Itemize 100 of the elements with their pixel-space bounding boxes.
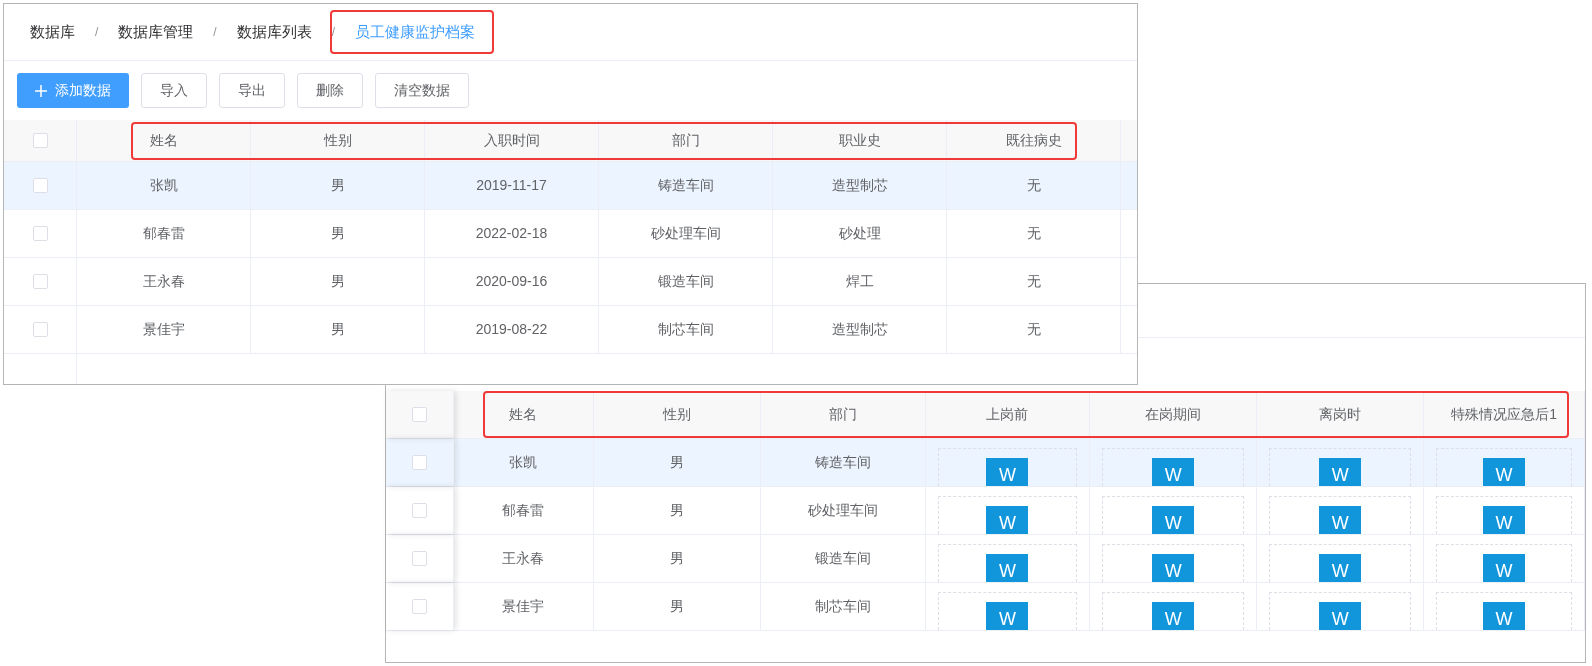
breadcrumb-separator: / [213, 24, 217, 41]
word-document-icon[interactable]: W [1483, 506, 1526, 534]
table-cell-text: 造型制芯 [831, 320, 888, 339]
table-cell-text: 焊工 [845, 272, 874, 291]
table-cell-text: 郁春雷 [142, 224, 185, 243]
table-cell-text: 张凯 [149, 176, 178, 195]
row-checkbox[interactable] [32, 226, 48, 241]
file-upload-box[interactable]: W [1269, 448, 1412, 486]
table-cell-text: 2019-08-22 [475, 320, 548, 339]
table-cell-text: 锻造车间 [657, 272, 714, 291]
word-document-icon[interactable]: W [1152, 458, 1195, 486]
table-cell-text: 无 [1026, 224, 1041, 243]
row-checkbox[interactable] [32, 133, 48, 148]
toolbar-button[interactable]: 导入 [141, 73, 207, 108]
word-document-icon[interactable]: W [1152, 554, 1195, 582]
file-upload-box[interactable]: W [1269, 544, 1412, 582]
table-cell-text: 男 [669, 597, 684, 616]
file-upload-box[interactable]: W [937, 592, 1078, 630]
row-checkbox[interactable] [411, 503, 427, 518]
column-header: 在岗期间 [1090, 391, 1258, 438]
word-document-icon[interactable]: W [986, 458, 1029, 486]
table-cell-text: 郁春雷 [502, 501, 545, 520]
table-cell-text: 男 [330, 272, 345, 291]
column-header: 入职时间 [425, 120, 599, 161]
column-header: 部门 [760, 391, 926, 438]
column-header: 上岗前 [925, 391, 1091, 438]
table-cell-text: 砂处理车间 [650, 224, 721, 243]
word-document-icon[interactable]: W [1319, 506, 1362, 534]
column-header: 特殊情况应急后1 [1424, 391, 1585, 438]
file-upload-box[interactable]: W [1269, 496, 1412, 534]
file-upload-box[interactable]: W [1102, 544, 1245, 582]
table-cell-text: 男 [669, 549, 684, 568]
row-checkbox[interactable] [411, 599, 427, 614]
file-upload-box[interactable]: W [937, 544, 1078, 582]
row-checkbox[interactable] [411, 455, 427, 470]
row-checkbox[interactable] [411, 551, 427, 566]
table-cell-text: 造型制芯 [831, 176, 888, 195]
file-upload-box[interactable]: W [1436, 496, 1572, 534]
file-upload-box[interactable]: W [1102, 448, 1245, 486]
table-cell-text: 锻造车间 [814, 549, 871, 568]
table-cell-text: 男 [669, 501, 684, 520]
plus-icon [35, 84, 47, 97]
table-cell-text: 2022-02-18 [475, 224, 548, 243]
table-cell-text: 铸造车间 [657, 176, 714, 195]
word-document-icon[interactable]: W [986, 602, 1029, 630]
file-upload-box[interactable]: W [937, 496, 1078, 534]
word-document-icon[interactable]: W [1483, 554, 1526, 582]
word-document-icon[interactable]: W [1483, 602, 1526, 630]
column-header: 姓名 [77, 120, 251, 161]
breadcrumb-link[interactable]: 数据库管理 [118, 20, 194, 44]
file-upload-box[interactable]: W [1102, 496, 1245, 534]
table-cell-text: 制芯车间 [814, 597, 871, 616]
breadcrumb-link[interactable]: 数据库 [30, 20, 75, 44]
file-upload-box[interactable]: W [1436, 544, 1572, 582]
table-cell-text: 制芯车间 [657, 320, 714, 339]
column-header: 既往病史 [947, 120, 1121, 161]
table-cell-text: 王永春 [502, 549, 545, 568]
table-cell-text: 张凯 [509, 453, 538, 472]
column-header: 职业史 [773, 120, 947, 161]
word-document-icon[interactable]: W [1319, 602, 1362, 630]
file-upload-box[interactable]: W [1269, 592, 1412, 630]
breadcrumb-separator: / [331, 24, 336, 41]
add-data-button[interactable]: 添加数据 [17, 73, 129, 108]
file-upload-box[interactable]: W [1102, 592, 1245, 630]
toolbar-button[interactable]: 删除 [297, 73, 363, 108]
word-document-icon[interactable]: W [1319, 554, 1362, 582]
toolbar-button[interactable]: 清空数据 [375, 73, 469, 108]
word-document-icon[interactable]: W [986, 506, 1029, 534]
row-checkbox[interactable] [411, 407, 427, 422]
table-cell-text: 景佳宇 [142, 320, 185, 339]
word-document-icon[interactable]: W [1319, 458, 1362, 486]
column-header: 姓名 [453, 391, 594, 438]
word-document-icon[interactable]: W [1483, 458, 1526, 486]
row-checkbox[interactable] [32, 178, 48, 193]
table-cell-text: 铸造车间 [814, 453, 871, 472]
file-upload-box[interactable]: W [1436, 592, 1572, 630]
column-header: 性别 [251, 120, 425, 161]
table-cell-text: 砂处理车间 [807, 501, 878, 520]
word-document-icon[interactable]: W [1152, 602, 1195, 630]
row-checkbox[interactable] [32, 322, 48, 337]
word-document-icon[interactable]: W [1152, 506, 1195, 534]
breadcrumb-link[interactable]: 员工健康监护档案 [355, 20, 476, 44]
table-cell-text: 男 [330, 224, 345, 243]
word-document-icon[interactable]: W [986, 554, 1029, 582]
row-checkbox[interactable] [32, 274, 48, 289]
breadcrumb-link[interactable]: 数据库列表 [236, 20, 312, 44]
table-cell-text: 男 [669, 453, 684, 472]
table-cell-text: 男 [330, 176, 345, 195]
table-cell-text: 景佳宇 [502, 597, 545, 616]
breadcrumb-separator: / [95, 24, 99, 41]
table-cell-text: 砂处理 [838, 224, 881, 243]
table-cell-text: 王永春 [142, 272, 185, 291]
file-upload-box[interactable]: W [1436, 448, 1572, 486]
table-cell-text: 无 [1026, 176, 1041, 195]
table-cell-text: 无 [1026, 272, 1041, 291]
column-header: 性别 [593, 391, 761, 438]
file-upload-box[interactable]: W [937, 448, 1078, 486]
column-header: 部门 [599, 120, 773, 161]
toolbar-button[interactable]: 导出 [219, 73, 285, 108]
table-cell-text: 2019-11-17 [476, 176, 547, 195]
